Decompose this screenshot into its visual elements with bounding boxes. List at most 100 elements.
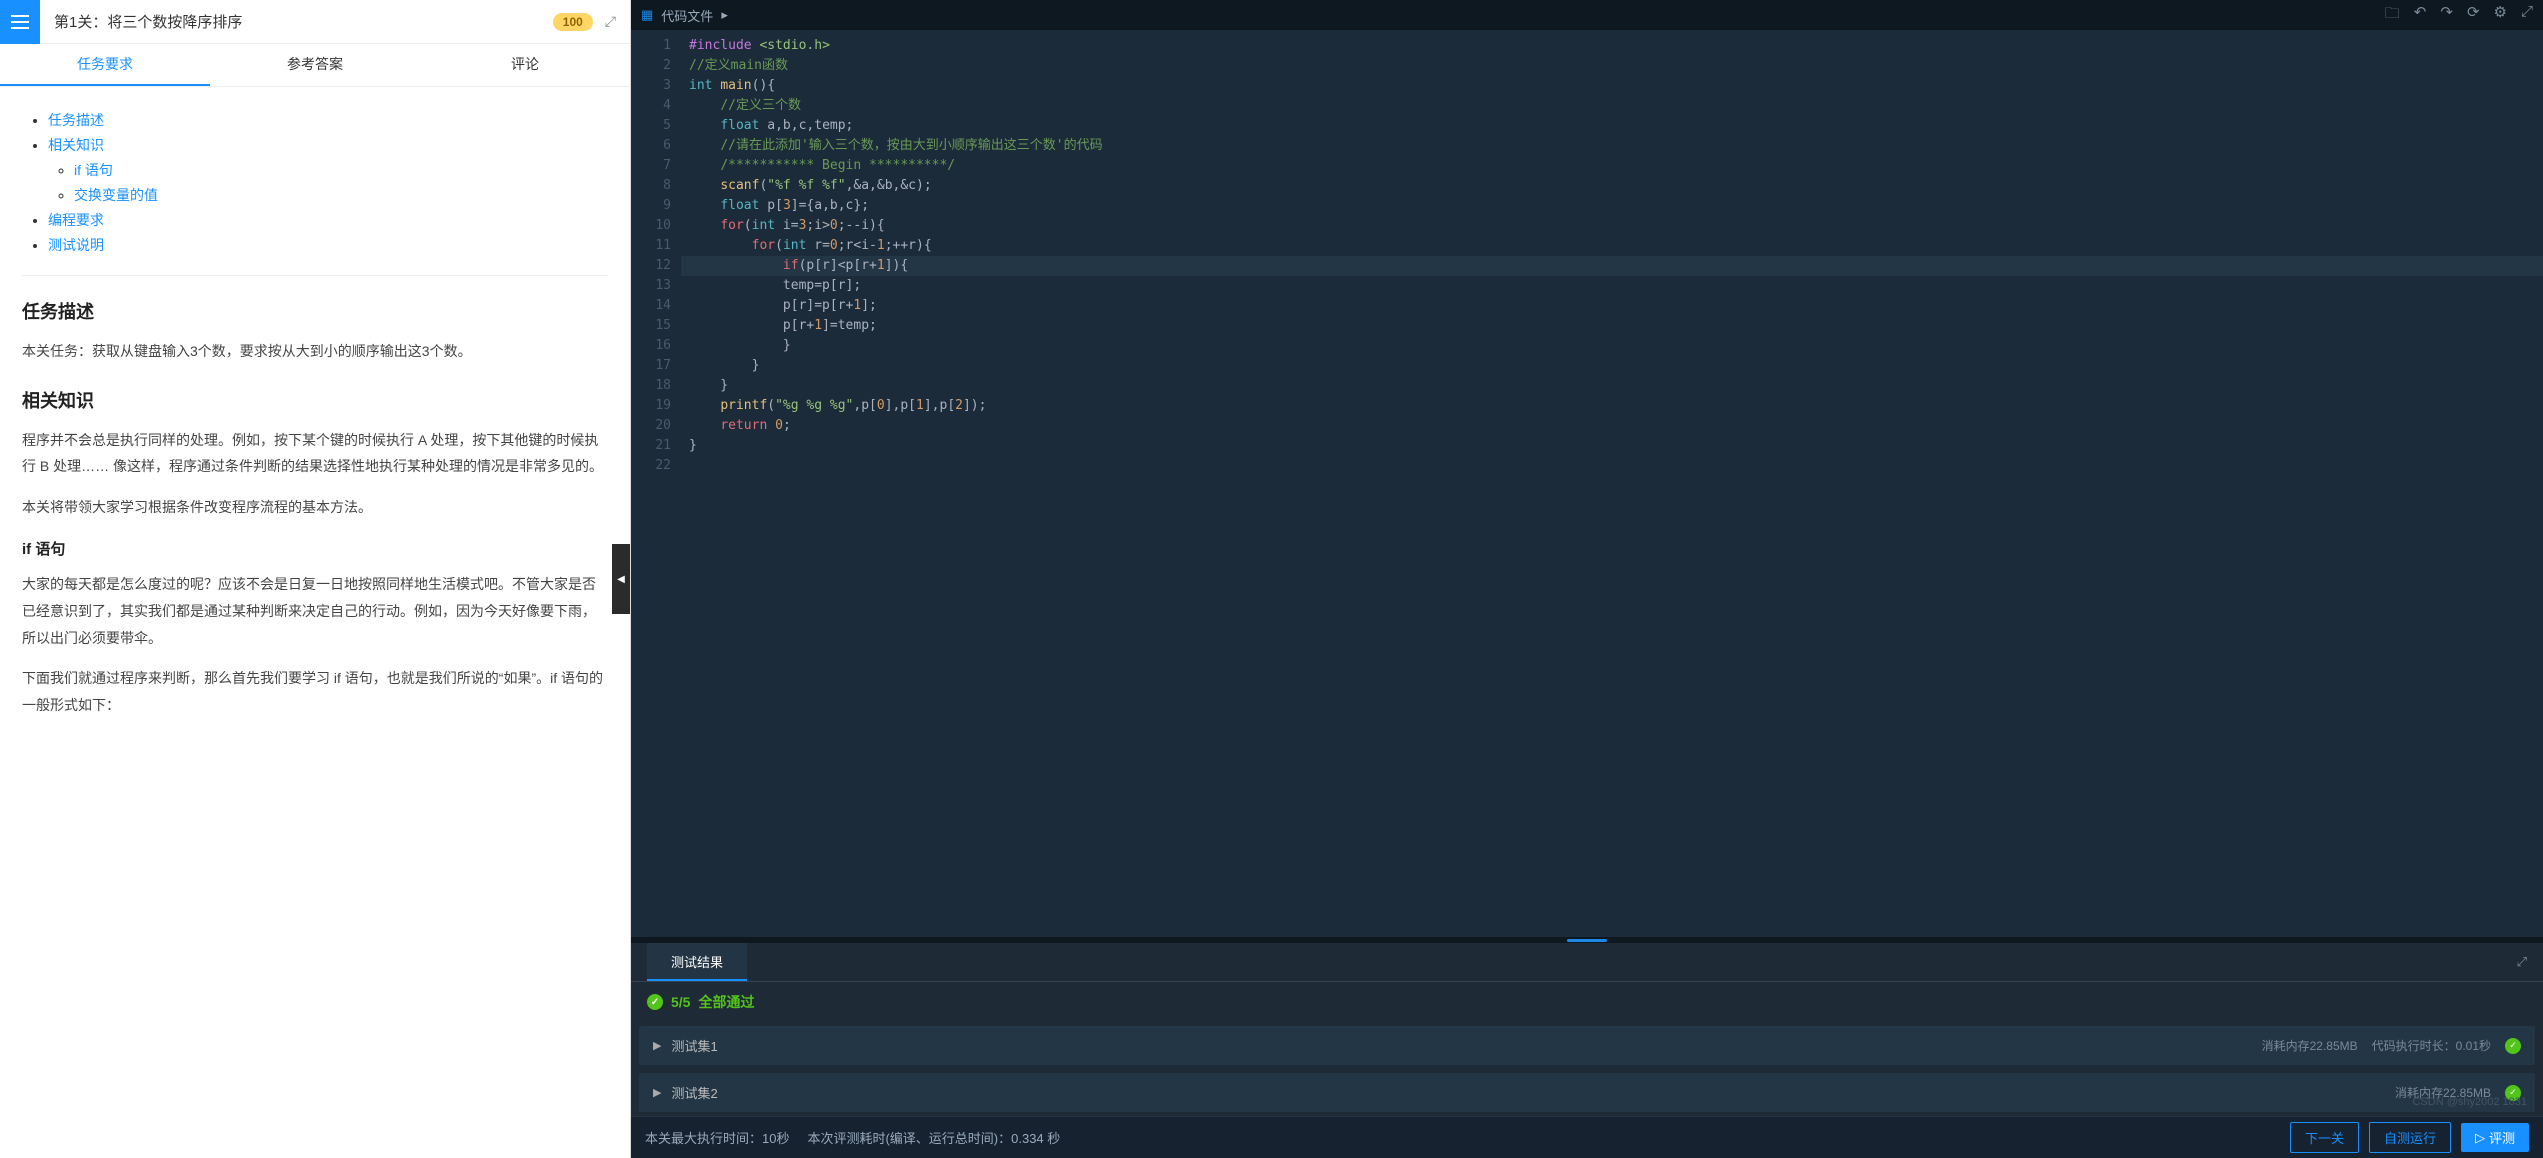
left-panel: 第1关：将三个数按降序排序 100 ⤢ 任务要求 参考答案 评论 任务描述 相关… bbox=[0, 0, 631, 1158]
toc-link[interactable]: 相关知识 bbox=[48, 137, 104, 153]
content-tabs: 任务要求 参考答案 评论 bbox=[0, 44, 630, 87]
tab-requirements[interactable]: 任务要求 bbox=[0, 44, 210, 86]
editor-toolbar: ▦ 代码文件 ▸ 🗀 ↶ ↷ ⟳ ⚙ ⤢ bbox=[631, 0, 2543, 30]
code-line[interactable]: } bbox=[681, 376, 2543, 396]
eval-time-label: 本次评测耗时(编译、运行总时间)：0.334 秒 bbox=[807, 1128, 1060, 1147]
testset-row[interactable]: ▶ 测试集1 消耗内存22.85MB 代码执行时长：0.01秒 ✓ bbox=[639, 1026, 2535, 1065]
toc-link[interactable]: 交换变量的值 bbox=[74, 187, 158, 203]
challenge-title: 第1关：将三个数按降序排序 bbox=[40, 11, 553, 32]
right-panel: ▦ 代码文件 ▸ 🗀 ↶ ↷ ⟳ ⚙ ⤢ 1 2 3 4 5 6 7 8 9 1… bbox=[631, 0, 2543, 1158]
toc-subitem: 交换变量的值 bbox=[74, 185, 608, 205]
paragraph: 程序并不会总是执行同样的处理。例如，按下某个键的时候执行 A 处理，按下其他键的… bbox=[22, 427, 608, 480]
results-tab[interactable]: 测试结果 bbox=[647, 943, 747, 981]
play-icon: ▶ bbox=[653, 1039, 661, 1052]
code-line[interactable]: } bbox=[681, 436, 2543, 456]
max-time-label: 本关最大执行时间：10秒 bbox=[645, 1128, 789, 1147]
tab-comments[interactable]: 评论 bbox=[420, 44, 630, 86]
pass-summary: ✓ 5/5 全部通过 bbox=[631, 981, 2543, 1022]
evaluate-button[interactable]: ▷评测 bbox=[2461, 1123, 2529, 1152]
subsection-heading: if 语句 bbox=[22, 538, 608, 559]
pass-label: 全部通过 bbox=[698, 992, 754, 1012]
code-line[interactable]: for(int i=3;i>0;--i){ bbox=[681, 216, 2543, 236]
toc-item: 任务描述 bbox=[48, 110, 608, 130]
hamburger-icon bbox=[11, 21, 29, 23]
paragraph: 下面我们就通过程序来判断，那么首先我们要学习 if 语句，也就是我们所说的“如果… bbox=[22, 665, 608, 718]
paragraph: 本关将带领大家学习根据条件改变程序流程的基本方法。 bbox=[22, 494, 608, 521]
toc-item: 相关知识 if 语句 交换变量的值 bbox=[48, 135, 608, 205]
code-line[interactable]: //定义main函数 bbox=[681, 56, 2543, 76]
bottom-bar: 本关最大执行时间：10秒 本次评测耗时(编译、运行总时间)：0.334 秒 下一… bbox=[631, 1116, 2543, 1158]
expand-icon[interactable]: ⤢ bbox=[605, 13, 616, 30]
code-pane[interactable]: #include <stdio.h>//定义main函数int main(){ … bbox=[681, 30, 2543, 937]
code-line[interactable]: scanf("%f %f %f",&a,&b,&c); bbox=[681, 176, 2543, 196]
testset-time: 代码执行时长：0.01秒 bbox=[2372, 1037, 2491, 1054]
file-tab[interactable]: ▦ 代码文件 ▸ bbox=[641, 6, 728, 25]
code-line[interactable] bbox=[681, 456, 2543, 476]
code-line[interactable]: int main(){ bbox=[681, 76, 2543, 96]
results-panel: 测试结果 ⤢ ✓ 5/5 全部通过 ▶ 测试集1 消耗内存22.85MB 代码执… bbox=[631, 943, 2543, 1116]
check-circle-icon: ✓ bbox=[647, 994, 663, 1010]
evaluate-label: 评测 bbox=[2489, 1128, 2515, 1147]
folder-icon[interactable]: 🗀 bbox=[2385, 3, 2400, 28]
toc-list: 任务描述 相关知识 if 语句 交换变量的值 编程要求 测试说明 bbox=[22, 110, 608, 255]
toc-link[interactable]: 测试说明 bbox=[48, 237, 104, 253]
toc-subitem: if 语句 bbox=[74, 160, 608, 180]
panel-collapse-handle[interactable]: ◀ bbox=[612, 544, 630, 614]
redo-icon[interactable]: ↷ bbox=[2440, 3, 2453, 28]
results-header: 测试结果 ⤢ bbox=[631, 943, 2543, 981]
code-line[interactable]: printf("%g %g %g",p[0],p[1],p[2]); bbox=[681, 396, 2543, 416]
left-header: 第1关：将三个数按降序排序 100 ⤢ bbox=[0, 0, 630, 44]
testset-row[interactable]: ▶ 测试集2 消耗内存22.85MB ✓ bbox=[639, 1073, 2535, 1112]
pass-count: 5/5 bbox=[671, 994, 690, 1010]
line-gutter: 1 2 3 4 5 6 7 8 9 10 11 12 13 14 15 16 1… bbox=[631, 30, 681, 937]
toc-link[interactable]: if 语句 bbox=[74, 162, 113, 178]
section-heading: 任务描述 bbox=[22, 298, 608, 324]
code-line[interactable]: /*********** Begin **********/ bbox=[681, 156, 2543, 176]
tab-answer[interactable]: 参考答案 bbox=[210, 44, 420, 86]
gear-icon[interactable]: ⚙ bbox=[2494, 3, 2507, 28]
toc-item: 编程要求 bbox=[48, 210, 608, 230]
expand-icon[interactable]: ⤢ bbox=[2517, 954, 2527, 970]
score-badge: 100 bbox=[553, 13, 593, 31]
chevron-right-icon: ▸ bbox=[721, 7, 728, 23]
watermark: CSDN @shy2002 1831 bbox=[2412, 1096, 2527, 1108]
code-line[interactable]: if(p[r]<p[r+1]){ bbox=[681, 256, 2543, 276]
testset-mem: 消耗内存22.85MB bbox=[2262, 1037, 2358, 1054]
code-line[interactable]: temp=p[r]; bbox=[681, 276, 2543, 296]
code-line[interactable]: float a,b,c,temp; bbox=[681, 116, 2543, 136]
header-badges: 100 ⤢ bbox=[553, 13, 630, 31]
section-heading: 相关知识 bbox=[22, 387, 608, 413]
menu-button[interactable] bbox=[0, 0, 40, 44]
play-icon: ▶ bbox=[653, 1086, 661, 1099]
code-line[interactable]: for(int r=0;r<i-1;++r){ bbox=[681, 236, 2543, 256]
undo-icon[interactable]: ↶ bbox=[2414, 3, 2427, 28]
code-editor[interactable]: 1 2 3 4 5 6 7 8 9 10 11 12 13 14 15 16 1… bbox=[631, 30, 2543, 937]
code-line[interactable]: p[r+1]=temp; bbox=[681, 316, 2543, 336]
divider bbox=[22, 275, 608, 276]
file-label: 代码文件 bbox=[661, 6, 713, 25]
code-line[interactable]: p[r]=p[r+1]; bbox=[681, 296, 2543, 316]
code-line[interactable]: } bbox=[681, 356, 2543, 376]
check-circle-icon: ✓ bbox=[2505, 1038, 2521, 1054]
play-icon: ▷ bbox=[2475, 1130, 2485, 1146]
testset-name: 测试集1 bbox=[671, 1036, 717, 1055]
code-line[interactable]: } bbox=[681, 336, 2543, 356]
code-line[interactable]: #include <stdio.h> bbox=[681, 36, 2543, 56]
toc-link[interactable]: 编程要求 bbox=[48, 212, 104, 228]
code-line[interactable]: float p[3]={a,b,c}; bbox=[681, 196, 2543, 216]
toc-item: 测试说明 bbox=[48, 235, 608, 255]
code-line[interactable]: //请在此添加'输入三个数，按由大到小顺序输出这三个数'的代码 bbox=[681, 136, 2543, 156]
toolbar-actions: 🗀 ↶ ↷ ⟳ ⚙ ⤢ bbox=[2385, 3, 2533, 28]
testset-name: 测试集2 bbox=[671, 1083, 717, 1102]
expand-icon[interactable]: ⤢ bbox=[2521, 3, 2533, 28]
paragraph: 本关任务：获取从键盘输入3个数，要求按从大到小的顺序输出这3个数。 bbox=[22, 338, 608, 365]
paragraph: 大家的每天都是怎么度过的呢？应该不会是日复一日地按照同样地生活模式吧。不管大家是… bbox=[22, 571, 608, 651]
next-button[interactable]: 下一关 bbox=[2290, 1122, 2359, 1153]
code-line[interactable]: //定义三个数 bbox=[681, 96, 2543, 116]
content-body[interactable]: 任务描述 相关知识 if 语句 交换变量的值 编程要求 测试说明 任务描述 本关… bbox=[0, 87, 630, 1158]
code-line[interactable]: return 0; bbox=[681, 416, 2543, 436]
file-icon: ▦ bbox=[641, 7, 653, 23]
toc-link[interactable]: 任务描述 bbox=[48, 112, 104, 128]
refresh-icon[interactable]: ⟳ bbox=[2467, 3, 2480, 28]
selftest-button[interactable]: 自测运行 bbox=[2369, 1122, 2451, 1153]
